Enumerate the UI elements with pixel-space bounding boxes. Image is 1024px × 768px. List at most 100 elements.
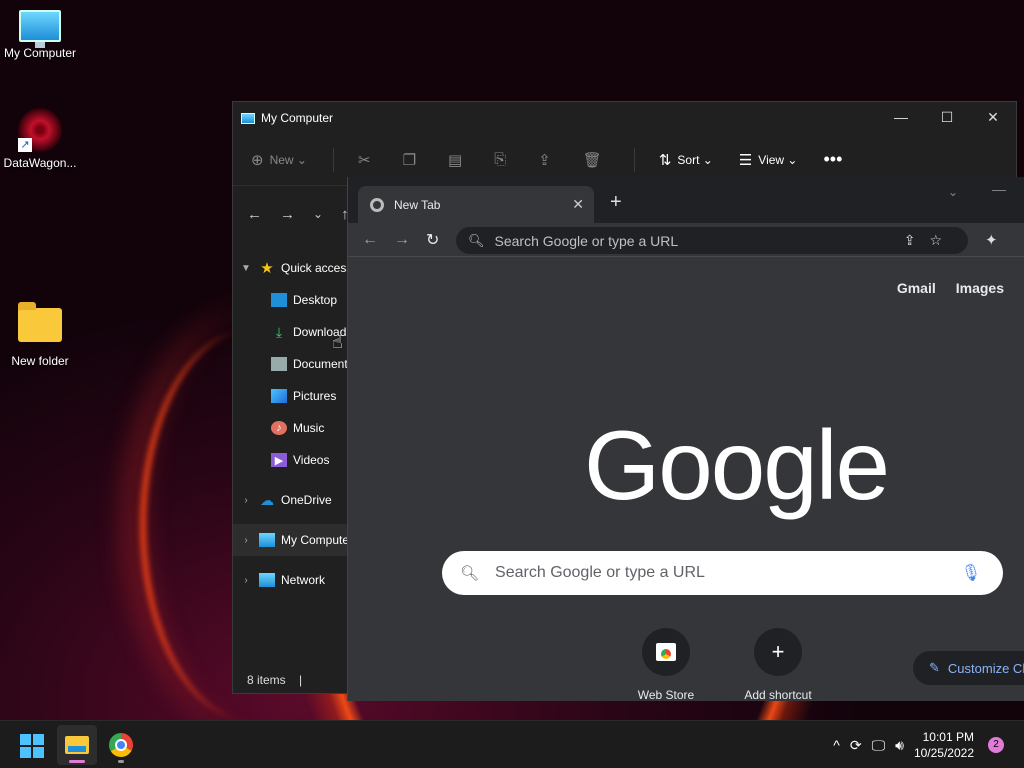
- google-search-box[interactable]: 🔍︎ Search Google or type a URL 🎙︎: [442, 551, 1003, 595]
- desktop-icon-label: DataWagon...: [3, 156, 77, 170]
- tab-search-icon[interactable]: ⌄: [948, 185, 958, 199]
- share-icon[interactable]: ⇪: [904, 232, 930, 248]
- sidebar-label: Network: [281, 573, 326, 587]
- download-icon: ⤓: [275, 323, 283, 340]
- sidebar-label: Documents: [293, 357, 349, 371]
- sort-button[interactable]: ⇅ Sort ⌄: [659, 151, 713, 169]
- computer-icon: [19, 10, 61, 48]
- web-store-icon: [642, 628, 690, 676]
- new-button[interactable]: ⊕ New ⌄: [251, 151, 307, 169]
- forward-arrow-icon[interactable]: →: [280, 206, 295, 223]
- desktop-icon-new-folder[interactable]: New folder: [0, 302, 80, 368]
- search-icon: 🔍︎: [468, 232, 485, 248]
- shortcut-arrow-icon: ↗: [18, 138, 32, 152]
- microphone-icon[interactable]: 🎙︎: [961, 563, 981, 583]
- plus-circle-icon: ⊕: [251, 151, 264, 169]
- date-text: 10/25/2022: [913, 746, 974, 760]
- search-placeholder: Search Google or type a URL: [495, 564, 705, 581]
- hand-cursor-icon: ☝: [332, 332, 343, 352]
- gmail-link[interactable]: Gmail: [897, 280, 936, 296]
- view-button[interactable]: ☰ View ⌄: [739, 151, 798, 169]
- copy-button[interactable]: ❐: [403, 151, 422, 169]
- reload-icon[interactable]: ↻: [426, 230, 439, 250]
- pencil-icon: ✎: [929, 660, 940, 675]
- status-bar: 8 items |: [247, 673, 303, 687]
- extensions-puzzle-icon[interactable]: ✦: [985, 231, 998, 249]
- file-explorer-icon: [65, 736, 89, 754]
- sort-label: Sort: [677, 152, 700, 167]
- maximize-button[interactable]: ☐: [924, 102, 970, 132]
- rename-button[interactable]: ⎘: [494, 151, 512, 168]
- minimize-button[interactable]: —: [992, 181, 1006, 197]
- more-options-button[interactable]: •••: [823, 149, 848, 170]
- trash-icon: 🗑: [582, 151, 602, 169]
- cut-button[interactable]: ✂: [358, 151, 377, 169]
- chevron-right-icon[interactable]: ›: [233, 495, 259, 506]
- taskbar-chrome[interactable]: [101, 725, 141, 765]
- sync-icon[interactable]: ⟳: [850, 737, 862, 754]
- volume-icon[interactable]: 🔊︎: [895, 737, 904, 754]
- start-button[interactable]: [20, 734, 44, 758]
- close-tab-icon[interactable]: ✕: [572, 196, 584, 213]
- clock[interactable]: 10:01 PM 10/25/2022: [914, 729, 974, 761]
- taskbar-file-explorer[interactable]: [57, 725, 97, 765]
- notification-badge[interactable]: 2: [988, 737, 1004, 753]
- running-indicator: [69, 760, 85, 763]
- network-monitor-icon[interactable]: 🖵: [872, 737, 886, 754]
- sidebar-item-music[interactable]: ♪ Music: [233, 412, 349, 444]
- sidebar-label: Pictures: [293, 389, 337, 403]
- tab-title: New Tab: [394, 197, 441, 212]
- chrome-icon: [109, 733, 133, 757]
- desktop-icon-label: New folder: [11, 354, 69, 368]
- back-arrow-icon[interactable]: ←: [362, 231, 378, 249]
- desktop-icon-my-computer[interactable]: My Computer: [0, 10, 80, 60]
- sidebar-item-pictures[interactable]: Pictures: [233, 380, 349, 412]
- datawagon-icon: ↗: [18, 108, 62, 152]
- window-controls: — ☐ ✕: [878, 102, 1016, 132]
- delete-button[interactable]: 🗑: [583, 151, 608, 169]
- customize-chrome-button[interactable]: ✎ Customize Chrome: [913, 651, 1024, 685]
- sidebar-item-desktop[interactable]: Desktop: [233, 284, 349, 316]
- chevron-up-icon[interactable]: ^: [833, 737, 840, 753]
- forward-arrow-icon[interactable]: →: [394, 231, 410, 249]
- taskbar: ^ ⟳ 🖵 🔊︎ 10:01 PM 10/25/2022 2: [0, 720, 1024, 768]
- close-button[interactable]: ✕: [970, 102, 1016, 132]
- star-icon[interactable]: ☆: [929, 232, 956, 248]
- star-icon: ★: [260, 260, 274, 277]
- paste-button[interactable]: ▤: [448, 151, 468, 169]
- desktop-icon-datawagon[interactable]: ↗ DataWagon...: [0, 108, 80, 170]
- sidebar-item-onedrive[interactable]: › ☁ OneDrive: [233, 484, 349, 516]
- new-tab-button[interactable]: +: [610, 191, 622, 214]
- shortcut-label: Web Store: [637, 688, 695, 701]
- videos-icon: ▶: [271, 453, 287, 467]
- ellipsis-icon: •••: [823, 149, 843, 169]
- tab-new-tab[interactable]: New Tab ✕: [358, 186, 594, 223]
- cloud-icon: ☁: [260, 491, 274, 508]
- minimize-button[interactable]: —: [878, 102, 924, 132]
- search-icon: 🔍︎: [460, 565, 480, 582]
- tab-strip: New Tab ✕ + ⌄ —: [348, 177, 1024, 223]
- shortcut-web-store[interactable]: Web Store: [616, 628, 716, 701]
- back-arrow-icon[interactable]: ←: [247, 206, 262, 223]
- omnibox-placeholder: Search Google or type a URL: [494, 232, 679, 249]
- omnibox[interactable]: 🔍︎ Search Google or type a URL ⇪☆: [456, 227, 968, 254]
- sidebar-item-quick-access[interactable]: ▼ ★ Quick access: [233, 252, 349, 284]
- sidebar-label: OneDrive: [281, 493, 332, 507]
- computer-icon: [241, 112, 255, 124]
- sidebar-label: Music: [293, 421, 325, 435]
- chevron-right-icon[interactable]: ›: [233, 575, 259, 586]
- sidebar-item-my-computer[interactable]: › My Computer: [233, 524, 349, 556]
- images-link[interactable]: Images: [956, 280, 1004, 296]
- chrome-window: New Tab ✕ + ⌄ — ← → ↻ 🔍︎ Search Google o…: [347, 177, 1024, 701]
- new-label: New: [269, 152, 294, 167]
- chevron-right-icon[interactable]: ›: [233, 535, 259, 546]
- recent-dropdown-icon[interactable]: ⌄: [313, 207, 323, 221]
- shortcut-add[interactable]: + Add shortcut: [728, 628, 828, 701]
- chrome-favicon-icon: [370, 197, 384, 212]
- music-icon: ♪: [271, 421, 287, 435]
- chevron-down-icon[interactable]: ▼: [233, 263, 259, 274]
- share-button[interactable]: ⇪: [538, 151, 557, 169]
- sidebar-item-videos[interactable]: ▶ Videos: [233, 444, 349, 476]
- system-tray: ^ ⟳ 🖵 🔊︎ 10:01 PM 10/25/2022 2: [833, 721, 1024, 768]
- sidebar-item-network[interactable]: › Network: [233, 564, 349, 596]
